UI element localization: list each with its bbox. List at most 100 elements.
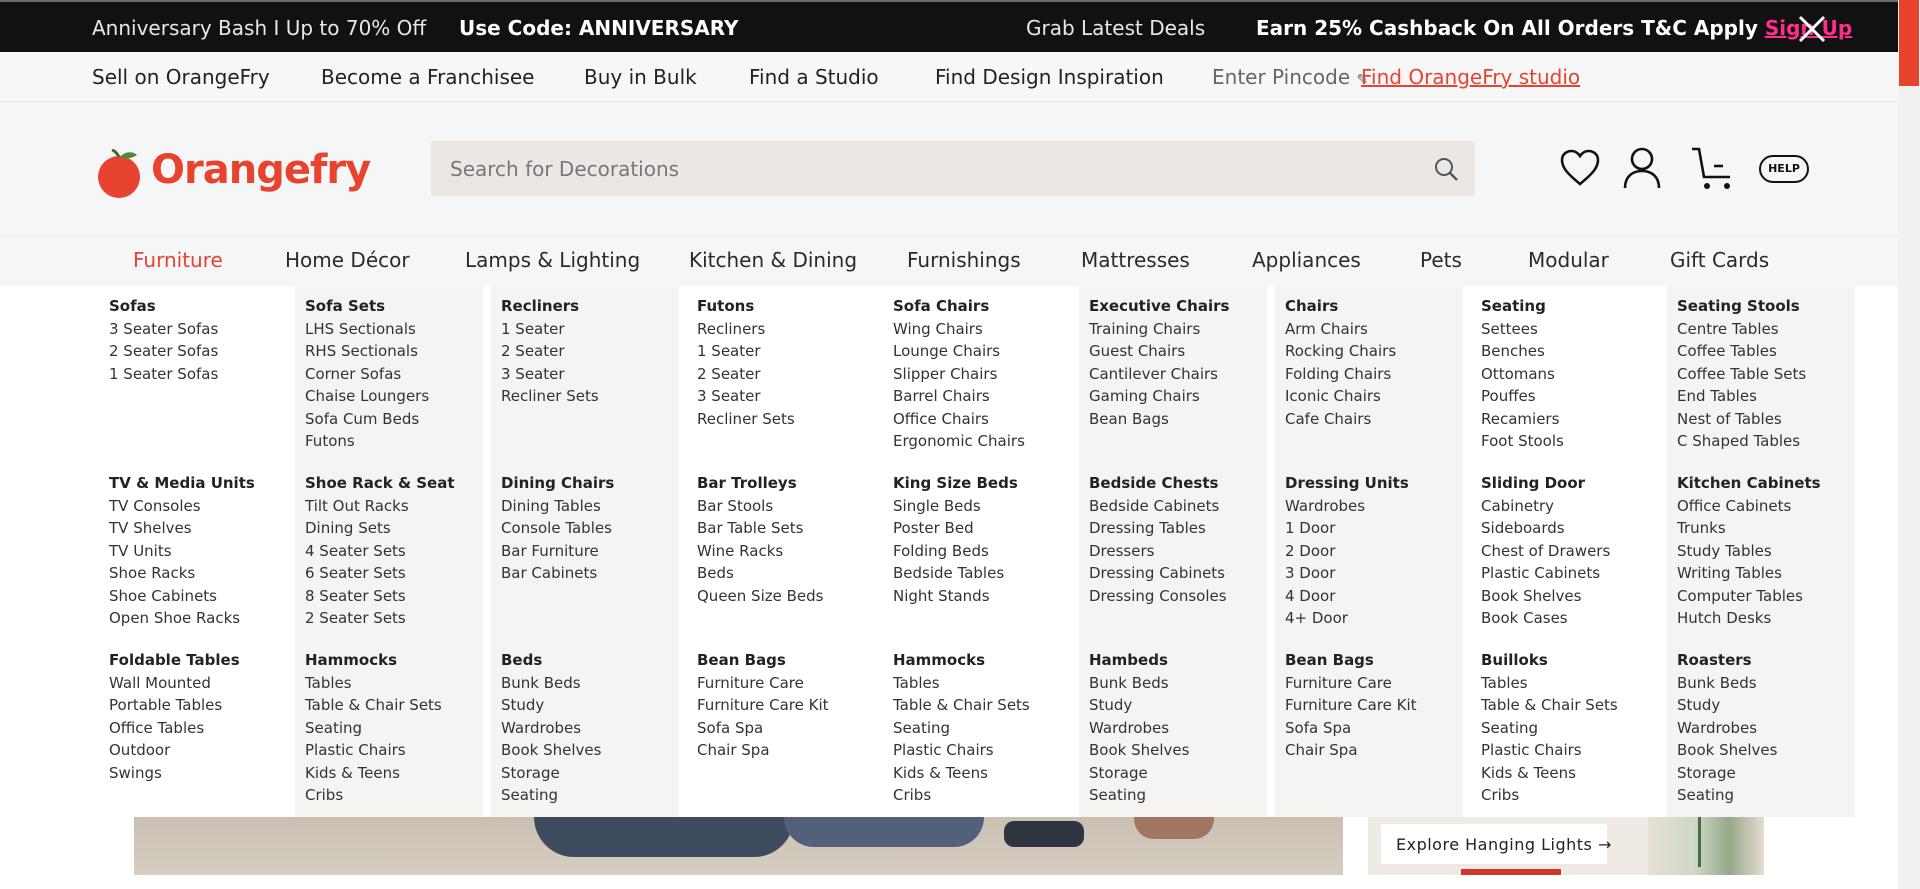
menu-link[interactable]: Book Shelves: [501, 739, 601, 762]
menu-link[interactable]: Cribs: [1481, 784, 1618, 807]
menu-link[interactable]: Wall Mounted: [109, 672, 240, 695]
menu-link[interactable]: Benches: [1481, 340, 1564, 363]
nav-pets[interactable]: Pets: [1420, 248, 1462, 272]
menu-group-title[interactable]: Sofas: [109, 295, 218, 318]
nav-appliances[interactable]: Appliances: [1252, 248, 1361, 272]
menu-link[interactable]: Office Tables: [109, 717, 240, 740]
menu-link[interactable]: Plastic Chairs: [893, 739, 1030, 762]
menu-link[interactable]: TV Consoles: [109, 495, 255, 518]
menu-group-title[interactable]: TV & Media Units: [109, 472, 255, 495]
menu-link[interactable]: Chair Spa: [697, 739, 829, 762]
menu-link[interactable]: Book Shelves: [1677, 739, 1777, 762]
menu-group-title[interactable]: Hammocks: [893, 649, 1030, 672]
menu-link[interactable]: Plastic Chairs: [305, 739, 442, 762]
menu-link[interactable]: Cribs: [305, 784, 442, 807]
menu-group-title[interactable]: Beds: [501, 649, 601, 672]
menu-link[interactable]: Plastic Cabinets: [1481, 562, 1610, 585]
menu-link[interactable]: Bedside Cabinets: [1089, 495, 1227, 518]
menu-link[interactable]: Study Tables: [1677, 540, 1821, 563]
menu-group-title[interactable]: Roasters: [1677, 649, 1777, 672]
menu-link[interactable]: 1 Seater: [501, 318, 599, 341]
menu-link[interactable]: Table & Chair Sets: [305, 694, 442, 717]
menu-link[interactable]: Dining Sets: [305, 517, 455, 540]
wishlist-heart-icon[interactable]: [1560, 149, 1600, 187]
menu-link[interactable]: Furniture Care Kit: [697, 694, 829, 717]
menu-link[interactable]: Recliner Sets: [501, 385, 599, 408]
menu-link[interactable]: Furniture Care: [1285, 672, 1417, 695]
menu-link[interactable]: Table & Chair Sets: [893, 694, 1030, 717]
menu-link[interactable]: C Shaped Tables: [1677, 430, 1806, 453]
menu-group-title[interactable]: Bar Trolleys: [697, 472, 823, 495]
menu-link[interactable]: 6 Seater Sets: [305, 562, 455, 585]
menu-link[interactable]: Study: [1677, 694, 1777, 717]
menu-link[interactable]: Single Beds: [893, 495, 1018, 518]
menu-link[interactable]: 3 Seater: [697, 385, 795, 408]
menu-link[interactable]: Futons: [305, 430, 429, 453]
menu-link[interactable]: Open Shoe Racks: [109, 607, 255, 630]
menu-link[interactable]: Wardrobes: [1285, 495, 1409, 518]
menu-link[interactable]: 2 Seater: [697, 363, 795, 386]
menu-link[interactable]: Wine Racks: [697, 540, 823, 563]
menu-link[interactable]: Table & Chair Sets: [1481, 694, 1618, 717]
menu-link[interactable]: Queen Size Beds: [697, 585, 823, 608]
menu-link[interactable]: Dressing Tables: [1089, 517, 1227, 540]
menu-link[interactable]: Seating: [501, 784, 601, 807]
page-scrollbar[interactable]: [1898, 0, 1920, 889]
menu-link[interactable]: Book Shelves: [1481, 585, 1610, 608]
menu-link[interactable]: Furniture Care Kit: [1285, 694, 1417, 717]
menu-link[interactable]: Storage: [1677, 762, 1777, 785]
explore-hanging-lights-button[interactable]: Explore Hanging Lights →: [1381, 824, 1611, 864]
menu-link[interactable]: Rocking Chairs: [1285, 340, 1396, 363]
menu-link[interactable]: Seating: [1089, 784, 1189, 807]
close-icon[interactable]: [1796, 13, 1828, 45]
menu-link[interactable]: Book Cases: [1481, 607, 1610, 630]
menu-link[interactable]: Recamiers: [1481, 408, 1564, 431]
menu-link[interactable]: Shoe Racks: [109, 562, 255, 585]
menu-link[interactable]: Coffee Table Sets: [1677, 363, 1806, 386]
menu-group-title[interactable]: Futons: [697, 295, 795, 318]
menu-group-title[interactable]: Sofa Sets: [305, 295, 429, 318]
hanging-lights-promo-card[interactable]: Explore Hanging Lights →: [1368, 817, 1764, 875]
menu-link[interactable]: Seating: [1481, 717, 1618, 740]
menu-group-title[interactable]: Hammocks: [305, 649, 442, 672]
menu-link[interactable]: Cribs: [893, 784, 1030, 807]
menu-link[interactable]: Bedside Tables: [893, 562, 1018, 585]
menu-link[interactable]: Sideboards: [1481, 517, 1610, 540]
menu-group-title[interactable]: Chairs: [1285, 295, 1396, 318]
menu-link[interactable]: Portable Tables: [109, 694, 240, 717]
franchise-link[interactable]: Become a Franchisee: [321, 65, 534, 89]
menu-link[interactable]: Iconic Chairs: [1285, 385, 1396, 408]
nav-mattresses[interactable]: Mattresses: [1081, 248, 1190, 272]
nav-furniture[interactable]: Furniture: [133, 248, 223, 272]
menu-link[interactable]: Centre Tables: [1677, 318, 1806, 341]
cart-icon[interactable]: [1690, 146, 1738, 192]
menu-link[interactable]: Dressing Consoles: [1089, 585, 1227, 608]
menu-link[interactable]: Seating: [305, 717, 442, 740]
menu-link[interactable]: Settees: [1481, 318, 1564, 341]
account-user-icon[interactable]: [1622, 146, 1662, 190]
brand-logo[interactable]: Orangefry: [95, 141, 371, 201]
menu-link[interactable]: Bar Furniture: [501, 540, 614, 563]
nav-gift-cards[interactable]: Gift Cards: [1670, 248, 1769, 272]
menu-link[interactable]: Bar Table Sets: [697, 517, 823, 540]
menu-group-title[interactable]: Executive Chairs: [1089, 295, 1229, 318]
nav-lamps-lighting[interactable]: Lamps & Lighting: [465, 248, 640, 272]
menu-link[interactable]: Office Chairs: [893, 408, 1025, 431]
menu-link[interactable]: Recliner Sets: [697, 408, 795, 431]
menu-link[interactable]: Writing Tables: [1677, 562, 1821, 585]
bulk-link[interactable]: Buy in Bulk: [584, 65, 697, 89]
menu-link[interactable]: Study: [501, 694, 601, 717]
menu-link[interactable]: Folding Chairs: [1285, 363, 1396, 386]
menu-link[interactable]: Recliners: [697, 318, 795, 341]
menu-link[interactable]: Ergonomic Chairs: [893, 430, 1025, 453]
menu-link[interactable]: Guest Chairs: [1089, 340, 1229, 363]
menu-link[interactable]: TV Units: [109, 540, 255, 563]
menu-link[interactable]: Folding Beds: [893, 540, 1018, 563]
menu-link[interactable]: 4+ Door: [1285, 607, 1409, 630]
menu-link[interactable]: Kids & Teens: [305, 762, 442, 785]
menu-link[interactable]: Cantilever Chairs: [1089, 363, 1229, 386]
menu-link[interactable]: Study: [1089, 694, 1189, 717]
menu-link[interactable]: Chaise Loungers: [305, 385, 429, 408]
menu-link[interactable]: 1 Door: [1285, 517, 1409, 540]
menu-link[interactable]: 2 Seater: [501, 340, 599, 363]
